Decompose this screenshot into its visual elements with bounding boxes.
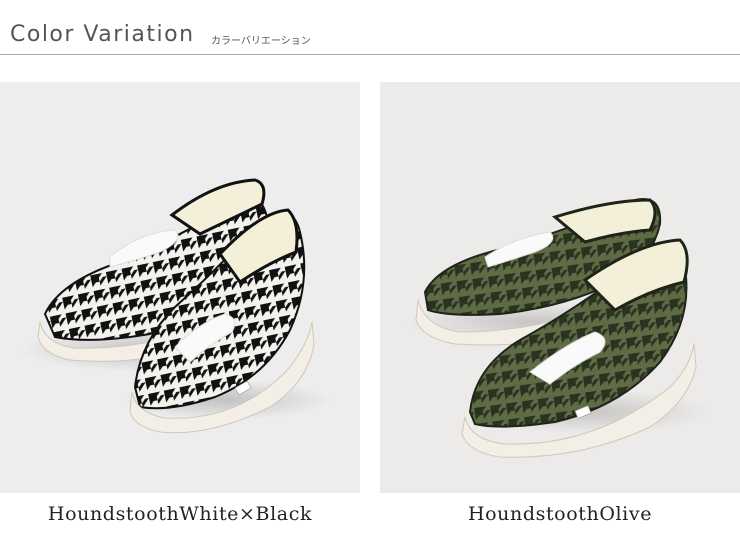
- page-title: Color Variation: [10, 22, 195, 47]
- page-subtitle: カラーバリエーション: [211, 36, 311, 47]
- sneaker-pair-illustration: [405, 198, 710, 458]
- header: Color Variation カラーバリエーション: [0, 0, 740, 56]
- variation-label-olive: HoundstoothOlive: [467, 503, 653, 525]
- sneaker-pair-illustration: [20, 178, 330, 434]
- product-photo-olive[interactable]: [380, 82, 740, 493]
- variation-label-white-black: HoundstoothWhite×Black: [47, 503, 313, 525]
- header-divider: [0, 54, 740, 55]
- product-photo-white-black[interactable]: [0, 82, 360, 493]
